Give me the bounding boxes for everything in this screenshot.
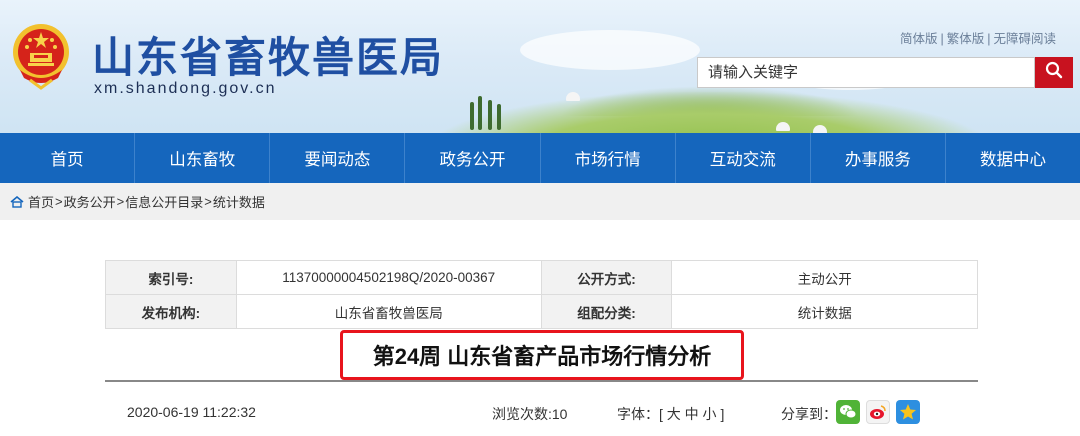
breadcrumb-separator: >: [116, 194, 125, 209]
nav-item-services[interactable]: 办事服务: [811, 133, 946, 183]
site-domain: xm.shandong.gov.cn: [94, 80, 277, 97]
open-mode-label: 公开方式:: [540, 260, 673, 295]
publisher-label: 发布机构:: [105, 294, 237, 329]
nav-item-market[interactable]: 市场行情: [541, 133, 676, 183]
index-label: 索引号:: [105, 260, 237, 295]
nav-item-home[interactable]: 首页: [0, 133, 136, 183]
breadcrumb-separator: >: [204, 194, 212, 209]
breadcrumb-statistics[interactable]: 统计数据: [213, 192, 265, 211]
article-title-highlight: 第24周 山东省畜产品市场行情分析: [340, 330, 744, 380]
search-button[interactable]: [1035, 57, 1073, 88]
share-label: 分享到：: [781, 406, 837, 422]
font-size-control[interactable]: 字体：[ 大 中 小 ]: [617, 404, 724, 424]
link-separator: |: [940, 32, 944, 46]
nav-item-gov-affairs[interactable]: 政务公开: [405, 133, 541, 183]
index-value: 11370000004502198Q/2020-00367: [235, 260, 542, 295]
main-nav: 首页 山东畜牧 要闻动态 政务公开 市场行情 互动交流 办事服务 数据中心: [0, 133, 1080, 183]
breadcrumb-gov-affairs[interactable]: 政务公开: [64, 192, 116, 211]
table-row: 发布机构: 山东省畜牧兽医局 组配分类: 统计数据: [105, 294, 978, 329]
publish-date: 2020-06-19 11:22:32: [127, 404, 256, 420]
version-links: 简体版 | 繁体版 | 无障碍阅读: [900, 28, 1056, 47]
search-input[interactable]: 请输入关键字: [697, 57, 1035, 88]
category-label: 组配分类:: [540, 294, 673, 329]
site-title: 山东省畜牧兽医局: [92, 33, 445, 82]
national-emblem-icon: [10, 20, 72, 90]
site-header: 山东省畜牧兽医局 xm.shandong.gov.cn 简体版 | 繁体版 | 无障碍阅…: [0, 0, 1080, 133]
wechat-icon[interactable]: [836, 400, 860, 424]
home-icon: [10, 195, 24, 208]
nav-item-news[interactable]: 要闻动态: [270, 133, 406, 183]
category-value: 统计数据: [671, 294, 978, 329]
article-title: 第24周 山东省畜产品市场行情分析: [372, 344, 712, 369]
simplified-link[interactable]: 简体版: [900, 28, 938, 47]
traditional-link[interactable]: 繁体版: [947, 28, 985, 47]
share-icons: [836, 400, 920, 424]
publisher-value: 山东省畜牧兽医局: [235, 294, 542, 329]
search-icon: [1045, 61, 1063, 84]
breadcrumb-separator: >: [55, 194, 63, 209]
breadcrumb: 首页 > 政务公开 > 信息公开目录 > 统计数据: [0, 183, 1080, 220]
nav-item-shandong-livestock[interactable]: 山东畜牧: [135, 133, 271, 183]
link-separator: |: [987, 32, 991, 46]
nav-item-interaction[interactable]: 互动交流: [676, 133, 811, 183]
view-count: 浏览次数:10: [492, 406, 568, 422]
open-mode-value: 主动公开: [671, 260, 978, 295]
breadcrumb-info-catalog[interactable]: 信息公开目录: [125, 192, 203, 211]
table-row: 索引号: 11370000004502198Q/2020-00367 公开方式:…: [105, 260, 978, 295]
info-table: 索引号: 11370000004502198Q/2020-00367 公开方式:…: [105, 260, 978, 329]
accessibility-link[interactable]: 无障碍阅读: [994, 28, 1057, 47]
qzone-icon[interactable]: [896, 400, 920, 424]
nav-item-data-center[interactable]: 数据中心: [946, 133, 1080, 183]
title-divider: [105, 380, 978, 382]
weibo-icon[interactable]: [866, 400, 890, 424]
breadcrumb-home[interactable]: 首页: [28, 192, 54, 211]
